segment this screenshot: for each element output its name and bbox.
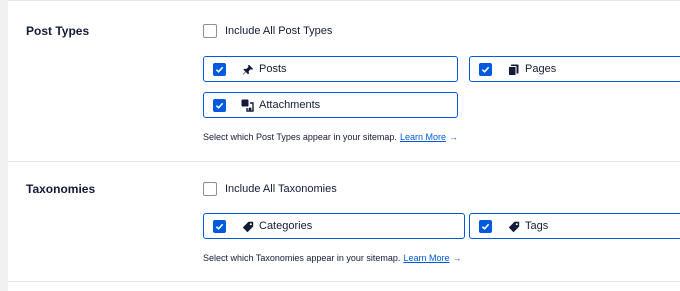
include-all-taxonomies-label: Include All Taxonomies (225, 183, 337, 195)
taxonomies-help-text: Select which Taxonomies appear in your s… (203, 253, 401, 263)
tags-label: Tags (525, 220, 549, 232)
taxonomy-tags[interactable]: Tags (469, 213, 680, 239)
taxonomies-heading: Taxonomies (26, 182, 96, 196)
tag-icon (241, 220, 254, 233)
post-type-pages[interactable]: Pages (469, 56, 680, 82)
taxonomy-categories[interactable]: Categories (203, 213, 465, 239)
pages-icon (507, 63, 520, 76)
categories-checkbox[interactable] (213, 220, 226, 233)
pages-checkbox[interactable] (479, 63, 492, 76)
post-types-help-text: Select which Post Types appear in your s… (203, 132, 397, 142)
tags-checkbox[interactable] (479, 220, 492, 233)
include-all-post-types-checkbox[interactable] (203, 24, 217, 38)
posts-label: Posts (259, 63, 287, 75)
arrow-right-icon: → (452, 253, 462, 263)
pages-label: Pages (525, 63, 557, 75)
tag-icon (507, 220, 520, 233)
arrow-right-icon: → (448, 132, 458, 142)
include-all-post-types-label: Include All Post Types (225, 25, 333, 37)
attachments-label: Attachments (259, 99, 321, 111)
attachments-checkbox[interactable] (213, 99, 226, 112)
section-divider (8, 161, 680, 162)
taxonomies-learn-more-link[interactable]: Learn More (403, 253, 449, 263)
post-types-helper: Select which Post Types appear in your s… (203, 132, 458, 142)
post-types-heading: Post Types (26, 24, 90, 38)
pushpin-icon (241, 63, 254, 76)
posts-checkbox[interactable] (213, 63, 226, 76)
include-all-taxonomies-toggle[interactable]: Include All Taxonomies (203, 182, 337, 196)
media-icon (241, 99, 254, 112)
settings-panel: Post Types Include All Post Types Posts … (8, 0, 680, 291)
post-types-learn-more-link[interactable]: Learn More (400, 132, 446, 142)
include-all-post-types-toggle[interactable]: Include All Post Types (203, 24, 332, 38)
categories-label: Categories (259, 220, 313, 232)
include-all-taxonomies-checkbox[interactable] (203, 182, 217, 196)
taxonomies-helper: Select which Taxonomies appear in your s… (203, 253, 461, 263)
post-type-attachments[interactable]: Attachments (203, 92, 458, 118)
section-divider (8, 281, 680, 282)
post-type-posts[interactable]: Posts (203, 56, 458, 82)
